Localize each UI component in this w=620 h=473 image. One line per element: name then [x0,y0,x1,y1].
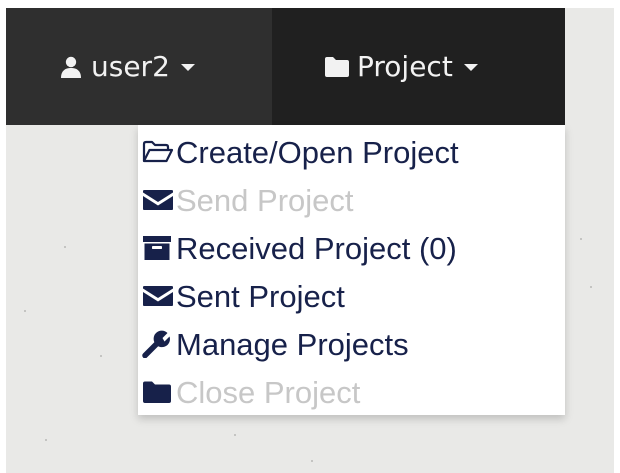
background-speck [234,434,236,436]
folder-open-icon [142,137,175,167]
menu-item-received-project[interactable]: Received Project (0) [138,225,565,271]
menu-item-label: Create/Open Project [176,134,459,170]
project-menu-toggle[interactable]: Project [272,8,565,125]
folder-icon [324,54,350,80]
app-frame: user2 Project Create/Open Project Send P… [6,8,614,473]
menu-item-sent-project[interactable]: Sent Project [138,273,565,319]
chevron-down-icon [180,64,195,71]
menu-item-close-project: Close Project [138,369,565,415]
chevron-down-icon [463,64,478,71]
inbox-icon [142,233,175,263]
folder-icon [142,377,175,407]
project-dropdown-menu: Create/Open Project Send Project Receive… [138,125,565,415]
menu-item-label: Sent Project [176,278,345,314]
background-speck [311,460,313,462]
menu-item-create-open-project[interactable]: Create/Open Project [138,129,565,175]
menu-item-label: Received Project (0) [176,230,457,266]
menu-item-send-project: Send Project [138,177,565,223]
user-icon [58,54,84,80]
wrench-icon [142,329,175,359]
menu-item-label: Manage Projects [176,326,409,362]
envelope-icon [142,185,175,215]
background-speck [580,238,582,240]
envelope-icon [142,281,175,311]
top-navbar: user2 Project [6,8,565,125]
background-speck [100,355,102,357]
user-menu-label: user2 [91,50,170,83]
menu-item-manage-projects[interactable]: Manage Projects [138,321,565,367]
background-speck [590,286,592,288]
project-menu-label: Project [357,50,453,83]
menu-item-label: Close Project [176,374,361,410]
background-speck [24,310,26,312]
user-menu-toggle[interactable]: user2 [58,8,195,125]
background-speck [64,246,66,248]
menu-item-label: Send Project [176,182,354,218]
background-speck [45,439,47,441]
